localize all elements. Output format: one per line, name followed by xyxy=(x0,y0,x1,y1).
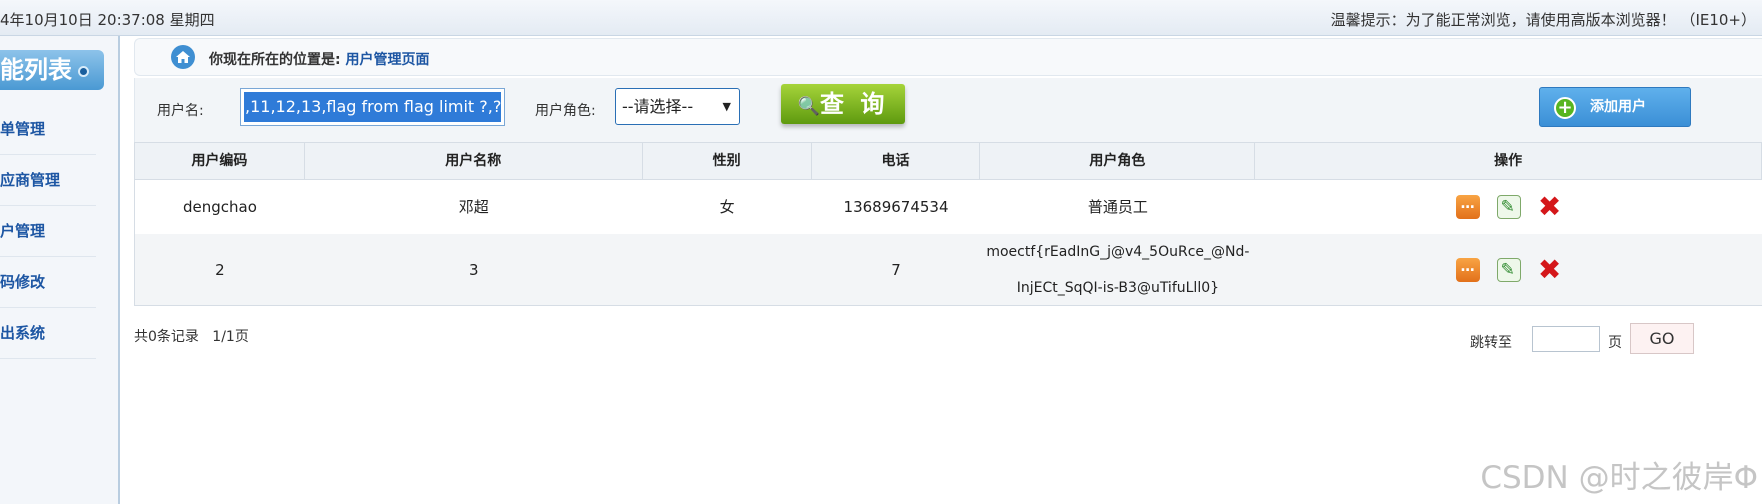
username-input[interactable]: ,11,12,13,flag from flag limit ?,? -- xyxy=(240,88,505,126)
go-button[interactable]: GO xyxy=(1630,323,1694,354)
user-table: 用户编码 用户名称 性别 电话 用户角色 操作 dengchao 邓超 女 13… xyxy=(134,142,1762,306)
search-bar: 用户名: ,11,12,13,flag from flag limit ?,? … xyxy=(134,78,1762,144)
cell-gender: 女 xyxy=(719,198,735,216)
cell-role: moectf{rEadInG_j@v4_5OuRce_@Nd-InjECt_Sq… xyxy=(986,244,1250,296)
add-user-label: 添加用户 xyxy=(1590,99,1646,115)
cell-role: 普通员工 xyxy=(1087,198,1148,216)
cell-code: 2 xyxy=(215,261,225,279)
breadcrumb-location: 用户管理页面 xyxy=(345,52,430,68)
edit-icon[interactable] xyxy=(1496,195,1521,219)
watermark: CSDN @时之彼岸Φ xyxy=(1480,460,1758,496)
cell-phone: 13689674534 xyxy=(843,198,949,216)
page-number-input[interactable] xyxy=(1532,326,1600,352)
breadcrumb-prefix: 你现在所在的位置是: xyxy=(209,52,341,68)
sidebar-menu: 单管理 应商管理 户管理 码修改 出系统 xyxy=(0,104,96,359)
datetime-text: 4年10月10日 20:37:08 星期四 xyxy=(0,11,215,29)
header-code: 用户编码 xyxy=(135,143,305,179)
sidebar-item-password[interactable]: 码修改 xyxy=(0,257,96,308)
breadcrumb: 你现在所在的位置是: 用户管理页面 xyxy=(134,38,1762,76)
jump-label: 跳转至 xyxy=(1470,335,1512,351)
sidebar-item-orders[interactable]: 单管理 xyxy=(0,104,96,155)
cell-phone: 7 xyxy=(891,261,901,279)
cell-actions: ✖ xyxy=(1255,234,1762,305)
browser-notice: 温馨提示：为了能正常浏览，请使用高版本浏览器！ （IE10+） xyxy=(1330,11,1756,29)
top-bar: 4年10月10日 20:37:08 星期四 温馨提示：为了能正常浏览，请使用高版… xyxy=(0,0,1762,36)
sidebar-item-logout[interactable]: 出系统 xyxy=(0,308,96,359)
username-input-value: ,11,12,13,flag from flag limit ?,? -- xyxy=(244,92,501,122)
cell-name: 邓超 xyxy=(458,198,489,216)
delete-icon[interactable]: ✖ xyxy=(1538,255,1562,283)
pagination: 共0条记录 1/1页 跳转至 页 GO xyxy=(134,322,1762,362)
cell-gender xyxy=(643,234,812,305)
bullet-icon xyxy=(78,65,89,77)
view-icon[interactable] xyxy=(1455,257,1480,282)
record-count: 共0条记录 xyxy=(134,329,199,345)
role-label: 用户角色: xyxy=(535,103,596,119)
edit-icon[interactable] xyxy=(1496,257,1521,282)
sidebar: 能列表 单管理 应商管理 户管理 码修改 出系统 xyxy=(0,36,120,504)
header-role: 用户角色 xyxy=(980,143,1256,179)
home-icon xyxy=(171,45,195,69)
dropdown-arrow-icon: ▼ xyxy=(722,100,731,113)
header-actions: 操作 xyxy=(1255,143,1762,179)
view-icon[interactable] xyxy=(1455,195,1480,219)
role-select[interactable]: --请选择-- ▼ xyxy=(615,88,740,125)
table-header: 用户编码 用户名称 性别 电话 用户角色 操作 xyxy=(135,142,1762,180)
sidebar-title: 能列表 xyxy=(0,56,72,84)
magnifier-icon: 🔍 xyxy=(797,96,821,117)
header-gender: 性别 xyxy=(643,143,812,179)
role-select-value: --请选择-- xyxy=(622,97,694,116)
query-button[interactable]: 🔍查 询 xyxy=(781,84,905,124)
main-content: 你现在所在的位置是: 用户管理页面 用户名: ,11,12,13,flag fr… xyxy=(134,36,1762,504)
query-button-label: 查 询 xyxy=(820,90,889,118)
sidebar-header: 能列表 xyxy=(0,50,104,90)
cell-code: dengchao xyxy=(182,198,257,216)
table-row: 2 3 7 moectf{rEadInG_j@v4_5OuRce_@Nd-Inj… xyxy=(135,234,1762,306)
header-phone: 电话 xyxy=(812,143,981,179)
delete-icon[interactable]: ✖ xyxy=(1538,193,1562,221)
page-unit-label: 页 xyxy=(1608,335,1622,351)
username-label: 用户名: xyxy=(157,103,204,119)
sidebar-item-users[interactable]: 户管理 xyxy=(0,206,96,257)
table-row: dengchao 邓超 女 13689674534 普通员工 ✖ xyxy=(135,180,1762,234)
cell-actions: ✖ xyxy=(1255,180,1762,234)
cell-name: 3 xyxy=(469,261,479,279)
sidebar-item-suppliers[interactable]: 应商管理 xyxy=(0,155,96,206)
add-user-button[interactable]: + 添加用户 xyxy=(1539,87,1691,127)
plus-icon: + xyxy=(1554,97,1576,119)
page-indicator: 1/1页 xyxy=(212,329,249,345)
header-name: 用户名称 xyxy=(305,143,643,179)
